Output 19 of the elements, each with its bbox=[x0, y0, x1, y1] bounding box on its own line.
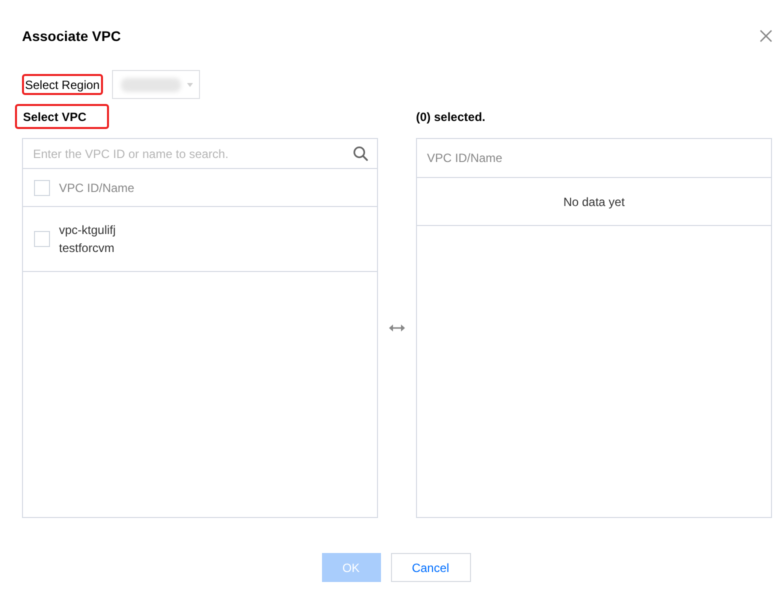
region-select[interactable] bbox=[112, 70, 200, 99]
empty-message: No data yet bbox=[563, 194, 625, 210]
dialog-title: Associate VPC bbox=[22, 27, 121, 46]
checkbox[interactable] bbox=[34, 180, 50, 196]
vpc-label: Select VPC bbox=[15, 104, 109, 129]
close-icon[interactable] bbox=[760, 30, 772, 42]
checkbox[interactable] bbox=[34, 231, 50, 247]
search-field[interactable]: Enter the VPC ID or name to search. bbox=[33, 144, 347, 164]
region-label: Select Region bbox=[22, 74, 103, 95]
search-icon[interactable] bbox=[353, 146, 368, 161]
double-arrow-icon bbox=[389, 324, 405, 332]
caret-icon bbox=[186, 82, 193, 86]
vpc-name: testforcvm bbox=[59, 240, 116, 257]
column-header: VPC ID/Name bbox=[59, 180, 134, 196]
cancel-button[interactable]: Cancel bbox=[390, 553, 470, 582]
column-header: VPC ID/Name bbox=[427, 150, 502, 166]
selected-count-label: (0) selected. bbox=[416, 108, 486, 124]
vpc-id: vpc-ktgulifj bbox=[59, 222, 116, 239]
blurred-text-placeholder bbox=[120, 78, 181, 92]
